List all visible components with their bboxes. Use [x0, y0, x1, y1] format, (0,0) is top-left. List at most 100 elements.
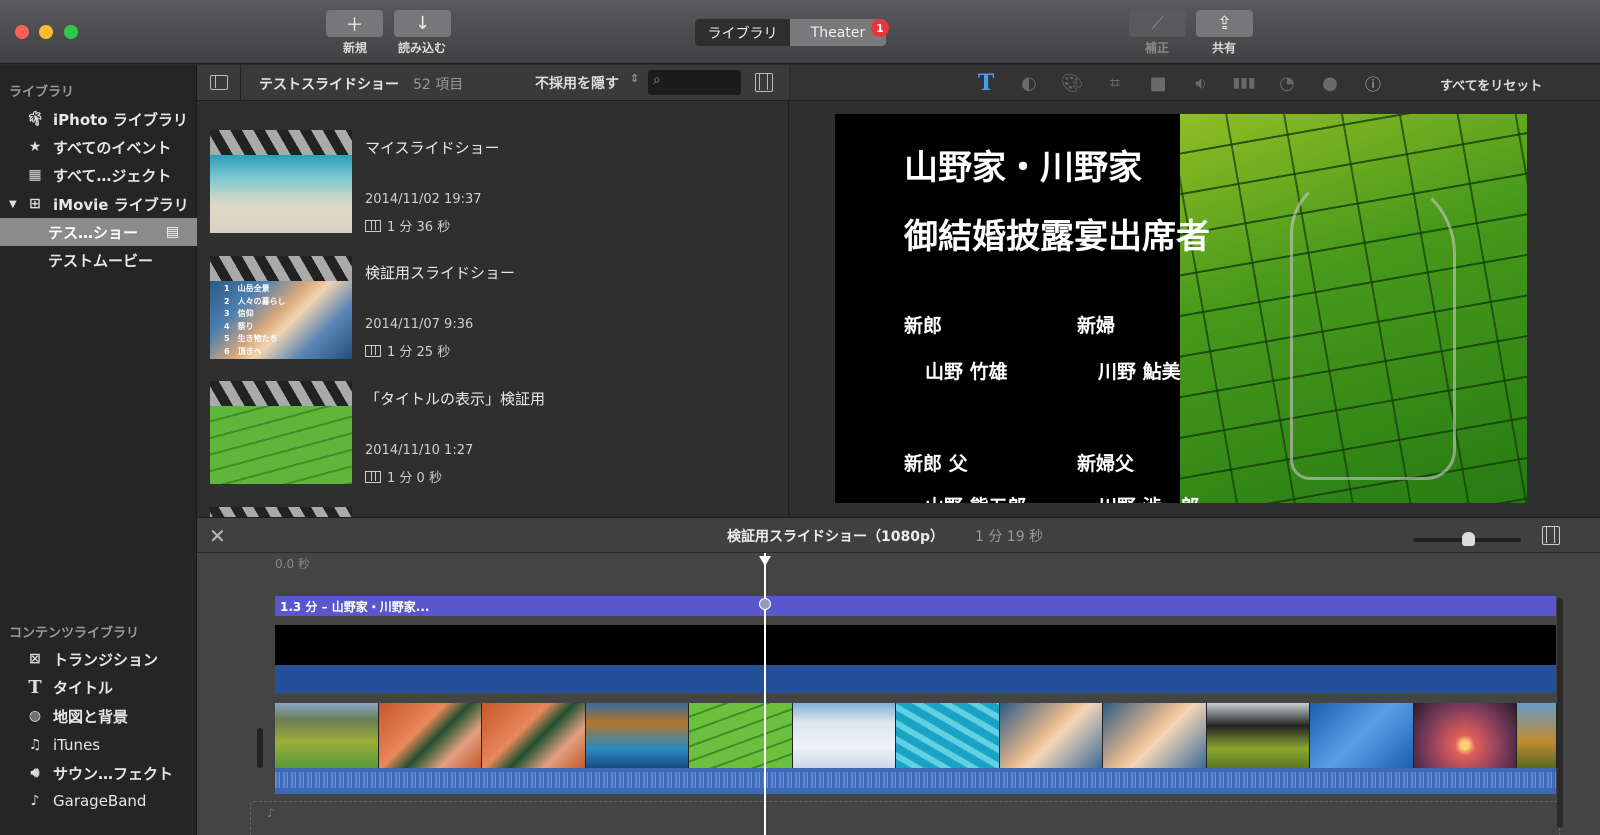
playhead-marker-icon[interactable]: [759, 556, 771, 566]
music-drop-zone[interactable]: ♪: [250, 801, 1560, 835]
share-button[interactable]: ⇪: [1196, 10, 1253, 37]
sidebar-item-label: GarageBand: [53, 792, 147, 810]
playhead-knob[interactable]: [759, 598, 771, 610]
photo-clip[interactable]: [896, 703, 1000, 768]
adjustments-bar: T ◐ 🎨︎ ⌗ ■ 🔉︎ ▮▮▮ ◔ ● ⓘ すべてをリセット: [790, 65, 1600, 101]
info-icon[interactable]: ⓘ: [1361, 72, 1385, 94]
reset-all-button[interactable]: すべてをリセット: [1440, 75, 1542, 94]
film-icon: [365, 219, 381, 232]
playhead[interactable]: [764, 553, 766, 835]
sidebar-item-all-events[interactable]: ★ すべてのイベント: [0, 133, 197, 161]
bride-father-name: 川野 渉一郎: [1098, 492, 1200, 503]
timeline-project-title: 検証用スライドショー（1080p）: [727, 529, 944, 545]
sidebar-item-iphoto[interactable]: 🌴︎ iPhoto ライブラリ: [0, 105, 197, 133]
hide-rejected-select[interactable]: 不採用を隠す: [535, 73, 619, 93]
project-thumbnail[interactable]: [210, 381, 352, 484]
audio-waveform[interactable]: [275, 768, 1556, 794]
new-button[interactable]: ＋: [326, 10, 383, 37]
rice-field-thumbnail: [210, 406, 352, 484]
title-icon[interactable]: T: [974, 70, 998, 96]
disclosure-triangle-icon[interactable]: ▼: [9, 199, 17, 210]
zoom-window-button[interactable]: [64, 25, 78, 39]
magic-wand-icon: ⟋: [1151, 13, 1164, 34]
equalizer-icon[interactable]: ▮▮▮: [1232, 72, 1256, 94]
project-duration: 1 分 36 秒: [365, 216, 450, 235]
preview-screen[interactable]: 山野家・川野家 御結婚披露宴出席者 新郎 新婦 山野 竹雄 川野 鮎美 新郎 父…: [835, 114, 1527, 503]
title-line-1: 山野家・川野家: [904, 148, 1142, 188]
project-title[interactable]: マイスライドショー: [365, 137, 500, 158]
import-button[interactable]: ↓: [394, 10, 451, 37]
import-label: 読み込む: [397, 41, 446, 55]
timeline-handle[interactable]: [257, 728, 263, 768]
photo-clip[interactable]: [999, 703, 1103, 768]
music-note-icon: ♫: [28, 737, 42, 753]
background-clip[interactable]: [275, 625, 1556, 665]
project-title[interactable]: 検証用スライドショー: [365, 262, 515, 283]
close-window-button[interactable]: [15, 25, 29, 39]
sidebar-item-itunes[interactable]: ♫ iTunes: [0, 731, 197, 759]
sidebar-item-label: 地図と背景: [53, 707, 129, 726]
enhance-button[interactable]: ⟋: [1129, 10, 1186, 37]
theater-badge: 1: [871, 19, 889, 37]
photo-clip[interactable]: [1517, 703, 1557, 768]
photo-clip[interactable]: [1310, 703, 1414, 768]
chevron-updown-icon[interactable]: ⇕: [630, 72, 639, 85]
sidebar-item-garageband[interactable]: ♪ GarageBand: [0, 787, 197, 815]
palette-icon[interactable]: 🎨︎: [1060, 72, 1084, 94]
stabilize-icon[interactable]: ■: [1146, 72, 1170, 94]
project-title[interactable]: 「タイトルの表示」検証用: [365, 388, 545, 409]
guitar-icon: ♪: [30, 793, 40, 809]
sidebar-item-label: トランジション: [53, 650, 159, 669]
photo-clip[interactable]: [1413, 703, 1517, 768]
sidebar-item-transitions[interactable]: ⊠ トランジション: [0, 645, 197, 673]
photo-clip[interactable]: [792, 703, 896, 768]
minimize-window-button[interactable]: [39, 25, 53, 39]
search-input[interactable]: ⌕: [648, 70, 741, 95]
sidebar-item-titles[interactable]: T タイトル: [0, 673, 197, 701]
photo-clip[interactable]: [275, 703, 379, 768]
project-thumbnail[interactable]: [210, 507, 352, 517]
volume-icon[interactable]: 🔉︎: [1189, 72, 1213, 94]
beach-thumbnail: [210, 155, 352, 233]
zoom-slider-thumb[interactable]: [1462, 532, 1475, 546]
timeline-scrollbar[interactable]: [1557, 598, 1563, 828]
toggle-sidebar-icon[interactable]: [210, 75, 228, 90]
viewer: 山野家・川野家 御結婚披露宴出席者 新郎 新婦 山野 竹雄 川野 鮎美 新郎 父…: [790, 101, 1600, 517]
photo-clip[interactable]: [689, 703, 793, 768]
sidebar-item-all-projects[interactable]: ▦ すべて…ジェクト: [0, 161, 197, 189]
photo-clip[interactable]: [585, 703, 689, 768]
project-thumbnail[interactable]: [210, 130, 352, 233]
sidebar-item-sound-effects[interactable]: 🔊︎ サウン…フェクト: [0, 759, 197, 787]
color-balance-icon[interactable]: ◐: [1017, 72, 1041, 94]
photo-clip[interactable]: [378, 703, 482, 768]
share-icon: ⇪: [1216, 13, 1233, 34]
clip-track[interactable]: [275, 665, 1556, 693]
plus-icon: ＋: [345, 14, 364, 36]
title-line-2: 御結婚披露宴出席者: [904, 217, 1210, 257]
sidebar-item-test-movie[interactable]: テストムービー: [0, 246, 197, 274]
project-date: 2014/11/07 9:36: [365, 317, 474, 332]
sidebar-item-maps-backgrounds[interactable]: ◍ 地図と背景: [0, 702, 197, 730]
project-duration: 1 分 0 秒: [365, 467, 442, 486]
sidebar-item-imovie-library[interactable]: ▼ ⊞ iMovie ライブラリ: [0, 190, 197, 218]
tab-library[interactable]: ライブラリ: [695, 19, 790, 46]
groom-father-name: 山野 熊五郎: [925, 492, 1027, 503]
bride-label: 新婦: [1077, 315, 1116, 337]
search-icon: ⌕: [653, 72, 661, 88]
filter-icon[interactable]: ●: [1318, 72, 1342, 94]
crop-icon[interactable]: ⌗: [1103, 72, 1127, 94]
project-thumbnail[interactable]: 1 山岳全景 2 人々の暮らし 3 信仰 4 祭り 5 生き物たち 6 頂きへ: [210, 256, 352, 359]
item-count: 52 項目: [413, 77, 464, 93]
sidebar-item-test-slideshow[interactable]: テス…ショー ▤: [0, 218, 197, 246]
photo-clip[interactable]: [482, 703, 586, 768]
close-icon[interactable]: ✕: [209, 524, 226, 548]
arrow-down-icon: ↓: [414, 13, 431, 34]
photo-clip[interactable]: [1103, 703, 1207, 768]
title-clip[interactable]: 1.3 分 – 山野家・川野家...: [275, 596, 1556, 616]
filmstrip-settings-icon[interactable]: [1542, 526, 1560, 545]
photo-clip[interactable]: [1206, 703, 1310, 768]
palm-tree-icon: 🌴︎: [26, 111, 44, 127]
speed-icon[interactable]: ◔: [1275, 72, 1299, 94]
timeline: 0.0 秒 1.3 分 – 山野家・川野家... ♪: [197, 553, 1600, 835]
filmstrip-icon[interactable]: [755, 73, 773, 92]
